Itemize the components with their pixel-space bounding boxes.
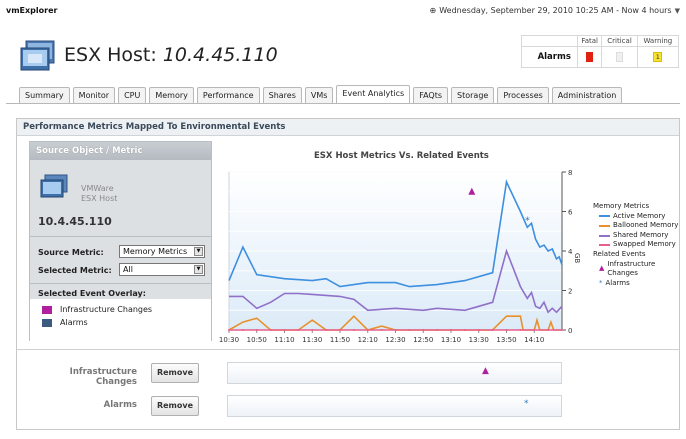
y-tick-label: 4 xyxy=(568,248,573,256)
series-point xyxy=(505,329,508,331)
app-title: vmExplorer xyxy=(6,6,58,15)
warning-count-badge[interactable]: 1 xyxy=(653,52,663,62)
critical-indicator[interactable] xyxy=(616,52,624,62)
y-tick-label: 8 xyxy=(568,169,572,177)
fatal-header: Fatal xyxy=(576,35,603,47)
tab-divider xyxy=(6,103,680,104)
y-axis-label: GB xyxy=(573,253,581,263)
series-point xyxy=(269,329,272,331)
legend-item: Shared Memory xyxy=(593,231,679,241)
series-point xyxy=(422,329,425,331)
x-tick-label: 14:10 xyxy=(524,336,544,344)
series-point xyxy=(533,329,536,331)
legend-heading: Memory Metrics xyxy=(593,202,650,210)
x-tick-label: 11:50 xyxy=(330,336,350,344)
warning-cell[interactable]: 1 xyxy=(636,46,680,68)
tab-memory[interactable]: Memory xyxy=(149,87,194,103)
tab-storage[interactable]: Storage xyxy=(451,87,495,103)
x-tick-label: 13:30 xyxy=(469,336,489,344)
series-point xyxy=(491,329,494,331)
server-icon xyxy=(20,40,56,71)
event-row-label: Infrastructure Changes xyxy=(69,367,137,387)
legend-events-heading: Related Events xyxy=(593,249,646,258)
legend-item: Active Memory xyxy=(593,212,679,222)
series-point xyxy=(311,329,314,331)
star-icon[interactable]: * xyxy=(524,399,529,409)
legend-item: * Alarms xyxy=(599,278,630,287)
memory-events-chart: 0 2 4 6 8 GB 10:30 10:50 11:10 11:30 11:50 12:10 12:… xyxy=(219,169,581,344)
series-point xyxy=(408,329,411,331)
remove-alarms-button[interactable]: Remove xyxy=(151,396,199,416)
series-point xyxy=(561,329,563,331)
x-tick-label: 13:50 xyxy=(496,336,516,344)
tab-vms[interactable]: VMs xyxy=(304,87,334,103)
x-tick-label: 12:10 xyxy=(358,336,378,344)
x-tick-label: 10:50 xyxy=(247,336,267,344)
clock-icon: ⊕ xyxy=(429,6,437,15)
tab-summary[interactable]: Summary xyxy=(19,87,70,103)
chevron-down-icon[interactable]: ▼ xyxy=(675,7,680,15)
event-track-alarms: * xyxy=(227,395,562,417)
tab-event-analytics[interactable]: Event Analytics xyxy=(336,85,411,103)
series-point xyxy=(352,329,355,331)
alarms-label: Alarms xyxy=(521,46,578,68)
y-tick-label: 0 xyxy=(568,327,572,335)
host-header: ESX Host: 10.4.45.110 xyxy=(20,40,278,71)
tab-monitor[interactable]: Monitor xyxy=(72,87,116,103)
chart-legend: Memory Metrics Active Memory Ballooned M… xyxy=(593,202,679,288)
x-tick-label: 12:50 xyxy=(413,336,433,344)
tab-administration[interactable]: Administration xyxy=(551,87,623,103)
series-point xyxy=(450,329,452,331)
tab-cpu[interactable]: CPU xyxy=(118,87,147,103)
legend-item: Ballooned Memory xyxy=(593,221,679,231)
series-point xyxy=(255,329,258,331)
legend-item: ▲ Infrastructure Changes xyxy=(599,259,656,278)
fatal-cell[interactable] xyxy=(576,46,603,68)
x-tick-label: 11:10 xyxy=(274,336,294,344)
series-point xyxy=(339,329,341,331)
series-point xyxy=(325,329,328,331)
x-tick-label: 13:10 xyxy=(441,336,461,344)
event-marker-alarm: * xyxy=(525,215,530,226)
section-divider xyxy=(17,349,679,350)
series-point xyxy=(297,329,300,331)
triangle-icon[interactable]: ▲ xyxy=(482,366,489,376)
alarms-summary: Fatal Critical Warning Alarms 1 xyxy=(521,35,680,68)
tab-performance[interactable]: Performance xyxy=(196,87,260,103)
tab-bar: Summary Monitor CPU Memory Performance S… xyxy=(19,85,623,103)
series-point xyxy=(228,329,230,331)
series-point xyxy=(394,329,397,331)
tab-faqts[interactable]: FAQts xyxy=(413,87,449,103)
critical-cell[interactable] xyxy=(601,46,638,68)
fatal-indicator[interactable] xyxy=(586,52,594,62)
tab-shares[interactable]: Shares xyxy=(262,87,302,103)
series-point xyxy=(366,329,369,331)
warning-header: Warning xyxy=(636,35,680,47)
time-range-selector[interactable]: ⊕ Wednesday, September 29, 2010 10:25 AM… xyxy=(430,6,680,15)
y-tick-label: 2 xyxy=(568,288,572,296)
x-tick-label: 12:30 xyxy=(385,336,405,344)
series-point xyxy=(547,329,550,331)
series-point xyxy=(436,329,439,331)
series-point xyxy=(477,329,480,331)
event-analytics-panel: Performance Metrics Mapped To Environmen… xyxy=(16,118,680,430)
event-row-label: Alarms xyxy=(103,400,137,410)
series-point xyxy=(283,329,286,331)
legend-item: Swapped Memory xyxy=(593,240,679,250)
series-point xyxy=(463,329,466,331)
page-title: ESX Host: 10.4.45.110 xyxy=(64,44,278,66)
series-point xyxy=(380,329,383,331)
x-tick-label: 11:30 xyxy=(302,336,322,344)
triangle-icon: ▲ xyxy=(599,264,605,273)
star-icon: * xyxy=(599,278,603,287)
datetime-label: Wednesday, September 29, 2010 10:25 AM -… xyxy=(439,6,672,15)
remove-infrastructure-button[interactable]: Remove xyxy=(151,363,199,383)
y-tick-label: 6 xyxy=(568,209,573,217)
critical-header: Critical xyxy=(601,35,638,47)
series-point xyxy=(241,329,244,331)
series-point xyxy=(519,329,522,331)
x-tick-label: 10:30 xyxy=(219,336,239,344)
tab-processes[interactable]: Processes xyxy=(497,87,549,103)
event-track-infrastructure: ▲ xyxy=(227,362,562,384)
